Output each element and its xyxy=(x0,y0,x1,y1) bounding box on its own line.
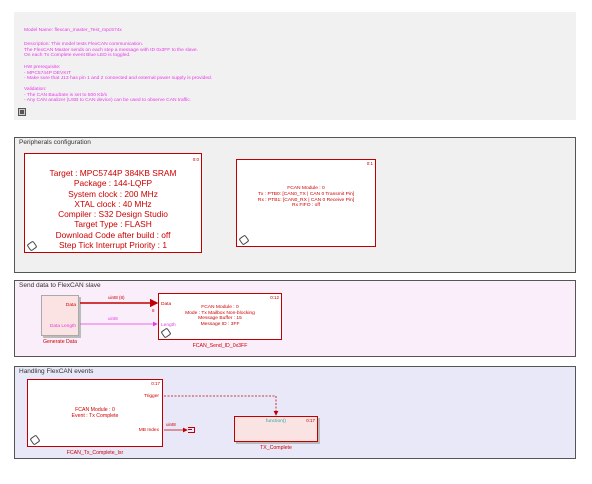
signal-lines xyxy=(80,298,279,433)
trigger-signal-line[interactable] xyxy=(164,395,279,416)
